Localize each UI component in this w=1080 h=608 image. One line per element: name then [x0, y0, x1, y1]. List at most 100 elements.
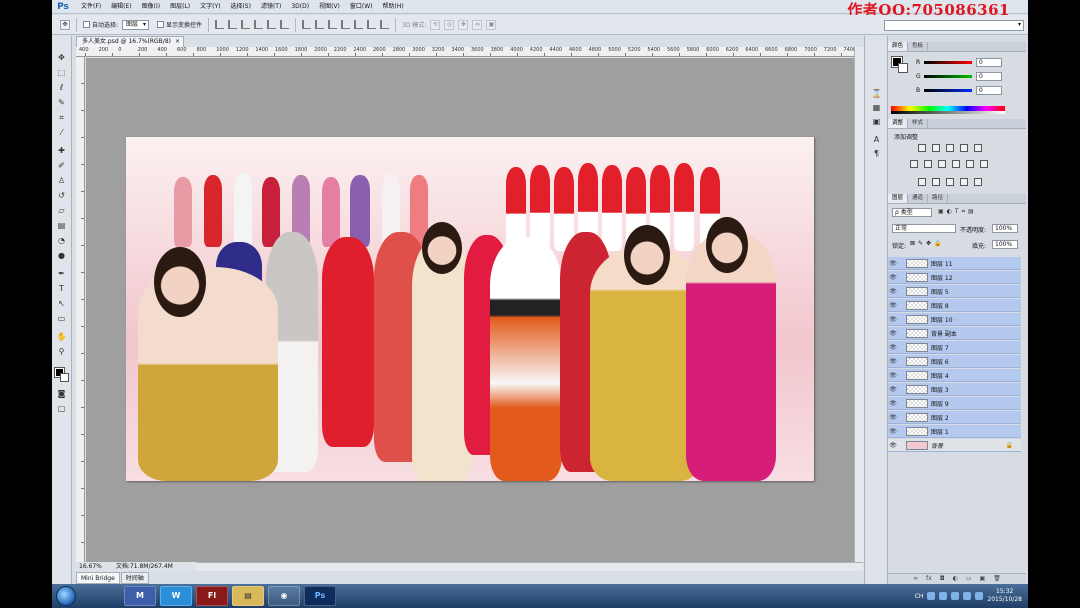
- eye-icon[interactable]: 👁: [888, 274, 898, 281]
- hue-saturation-icon[interactable]: [910, 160, 918, 168]
- curves-adjust-icon[interactable]: [946, 144, 954, 152]
- tab-adjustments[interactable]: 调整: [888, 119, 909, 128]
- taskbar-app-button[interactable]: ▤: [232, 586, 264, 606]
- menu-filter[interactable]: 滤镜(T): [256, 0, 286, 14]
- levels-adjust-icon[interactable]: [932, 144, 940, 152]
- taskbar-app-button[interactable]: W: [160, 586, 192, 606]
- distribute-vcenter-icon[interactable]: [315, 20, 325, 29]
- tab-timeline[interactable]: 时间轴: [120, 572, 149, 584]
- green-slider[interactable]: [924, 75, 972, 78]
- green-value-input[interactable]: 0: [976, 72, 1002, 81]
- trash-icon[interactable]: 🗑: [993, 574, 1001, 584]
- distribute-hcenter-icon[interactable]: [354, 20, 364, 29]
- marquee-tool-icon[interactable]: ⬚: [55, 67, 68, 79]
- zoom-tool-icon[interactable]: ⚲: [55, 346, 68, 358]
- info-panel-icon[interactable]: ▣: [871, 116, 882, 127]
- tab-color[interactable]: 颜色: [888, 42, 909, 51]
- eye-icon[interactable]: 👁: [888, 372, 898, 379]
- new-group-icon[interactable]: ▭: [966, 574, 972, 584]
- color-balance-icon[interactable]: [924, 160, 932, 168]
- layer-row[interactable]: 👁 图层 12: [888, 271, 1021, 284]
- gradient-tool-icon[interactable]: ▤: [55, 220, 68, 232]
- blend-mode-dropdown[interactable]: 正常: [892, 224, 956, 233]
- eye-icon[interactable]: 👁: [888, 344, 898, 351]
- menu-type[interactable]: 文字(Y): [195, 0, 225, 14]
- layer-row[interactable]: 👁 背景 副本: [888, 327, 1021, 340]
- screen-mode-icon[interactable]: ▢: [55, 403, 68, 415]
- clock[interactable]: 15:32 2015/10/28: [987, 588, 1022, 604]
- close-icon[interactable]: ×: [175, 37, 180, 47]
- distribute-left-icon[interactable]: [341, 20, 351, 29]
- show-transform-option[interactable]: 显示变换控件: [157, 20, 202, 29]
- auto-select-dropdown[interactable]: 图层: [122, 19, 150, 30]
- eye-icon[interactable]: 👁: [888, 288, 898, 295]
- taskbar-app-button[interactable]: M: [124, 586, 156, 606]
- start-button[interactable]: [56, 586, 76, 606]
- tab-layers[interactable]: 图层: [888, 194, 909, 203]
- tab-styles[interactable]: 样式: [908, 119, 929, 128]
- menu-3d[interactable]: 3D(D): [286, 0, 314, 14]
- character-panel-icon[interactable]: A: [871, 134, 882, 145]
- tray-app-icon[interactable]: [939, 592, 948, 600]
- hand-tool-icon[interactable]: ✋: [55, 331, 68, 343]
- volume-icon[interactable]: [975, 592, 984, 600]
- layer-filter-icons[interactable]: ▣◐T⌗▤: [938, 208, 977, 216]
- 3d-rotate-icon[interactable]: ⟲: [430, 19, 441, 30]
- color-spectrum[interactable]: [891, 106, 1005, 114]
- workspace-dropdown[interactable]: ▾: [884, 20, 1024, 31]
- lock-options-icons[interactable]: ⊠✎✥🔒: [910, 240, 945, 247]
- document-image[interactable]: [126, 137, 814, 481]
- auto-select-checkbox[interactable]: [83, 21, 90, 28]
- layer-row[interactable]: 👁 图层 11: [888, 257, 1021, 270]
- menu-edit[interactable]: 编辑(E): [106, 0, 136, 14]
- horizontal-scrollbar[interactable]: [85, 562, 863, 571]
- show-transform-checkbox[interactable]: [157, 21, 165, 28]
- move-tool-icon[interactable]: ✥: [55, 52, 68, 64]
- align-vcenter-icon[interactable]: [228, 20, 238, 29]
- zoom-level[interactable]: 16.67%: [79, 562, 102, 571]
- 3d-scale-icon[interactable]: ▣: [486, 19, 497, 30]
- taskbar-app-button[interactable]: Fl: [196, 586, 228, 606]
- history-brush-tool-icon[interactable]: ↺: [55, 190, 68, 202]
- layer-row[interactable]: 👁 图层 2: [888, 411, 1021, 424]
- layer-row[interactable]: 👁 图层 9: [888, 397, 1021, 410]
- link-layers-icon[interactable]: ∞: [913, 574, 918, 584]
- tab-paths[interactable]: 路径: [928, 194, 949, 203]
- eye-icon[interactable]: 👁: [888, 414, 898, 421]
- history-panel-icon[interactable]: ⌛: [871, 88, 882, 99]
- eye-icon[interactable]: 👁: [888, 358, 898, 365]
- red-slider[interactable]: [924, 61, 972, 64]
- document-size[interactable]: 文档:71.8M/267.4M: [116, 562, 173, 571]
- eye-icon[interactable]: 👁: [888, 330, 898, 337]
- layer-row[interactable]: 👁 图层 1: [888, 425, 1021, 438]
- distribute-right-icon[interactable]: [367, 20, 377, 29]
- paragraph-panel-icon[interactable]: ¶: [871, 148, 882, 159]
- horizontal-ruler[interactable]: 400 200 0 200 400 600 800 1000 1200 1400 1600 1800 2…: [76, 47, 856, 57]
- blue-slider[interactable]: [924, 89, 972, 92]
- properties-panel-icon[interactable]: ▦: [871, 102, 882, 113]
- layer-filter-dropdown[interactable]: ρ 类型: [892, 208, 932, 217]
- layer-row-background[interactable]: 👁 背景 🔒: [888, 439, 1021, 452]
- distribute-bottom-icon[interactable]: [328, 20, 338, 29]
- brush-tool-icon[interactable]: ✐: [55, 160, 68, 172]
- 3d-pan-icon[interactable]: ✥: [458, 19, 469, 30]
- vibrance-adjust-icon[interactable]: [974, 144, 982, 152]
- eye-icon[interactable]: 👁: [888, 316, 898, 323]
- blue-value-input[interactable]: 0: [976, 86, 1002, 95]
- align-left-icon[interactable]: [254, 20, 264, 29]
- align-bottom-icon[interactable]: [241, 20, 251, 29]
- color-lookup-icon[interactable]: [980, 160, 988, 168]
- type-tool-icon[interactable]: T: [55, 283, 68, 295]
- move-tool-preset-icon[interactable]: ✥: [60, 19, 70, 30]
- auto-select-option[interactable]: 自动选择:: [83, 20, 118, 29]
- eye-icon[interactable]: 👁: [888, 400, 898, 407]
- brightness-adjust-icon[interactable]: [918, 144, 926, 152]
- auto-align-icon[interactable]: [380, 20, 390, 29]
- layer-row[interactable]: 👁 图层 10: [888, 313, 1021, 326]
- threshold-icon[interactable]: [946, 178, 954, 186]
- menu-layer[interactable]: 图层(L): [165, 0, 195, 14]
- input-language[interactable]: CH: [915, 593, 924, 600]
- quick-select-tool-icon[interactable]: ✎: [55, 97, 68, 109]
- eraser-tool-icon[interactable]: ▱: [55, 205, 68, 217]
- lasso-tool-icon[interactable]: ℓ: [55, 82, 68, 94]
